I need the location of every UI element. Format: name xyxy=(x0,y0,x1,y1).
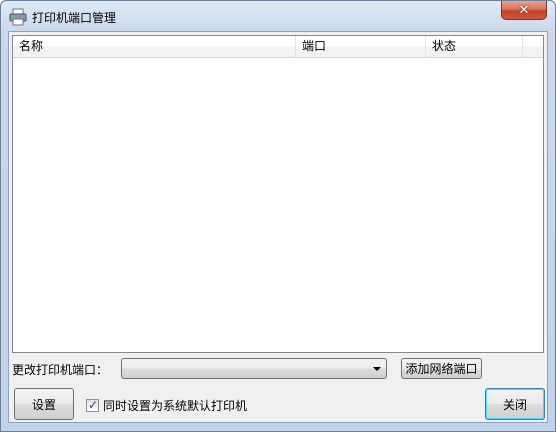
printer-list[interactable]: 名称 端口 状态 xyxy=(12,35,544,353)
column-header-status[interactable]: 状态 xyxy=(426,36,523,57)
chevron-down-icon xyxy=(373,367,381,371)
close-button[interactable]: 关闭 xyxy=(485,388,545,420)
checkmark-icon: ✓ xyxy=(88,397,99,412)
close-icon: ✕ xyxy=(518,2,530,18)
add-network-port-button[interactable]: 添加网络端口 xyxy=(401,358,482,379)
settings-button[interactable]: 设置 xyxy=(14,388,74,420)
port-change-row: 更改打印机端口： 添加网络端口 xyxy=(12,358,544,380)
dialog-client-area: 名称 端口 状态 更改打印机端口： 添加网络端口 设置 ✓ 同时设置为系统默认打… xyxy=(8,31,548,423)
title-bar[interactable]: 打印机端口管理 ✕ xyxy=(1,1,555,31)
printer-port-window: 打印机端口管理 ✕ 名称 端口 状态 更改打印机端口： 添加网络端口 设置 ✓ … xyxy=(0,0,556,432)
column-header-port[interactable]: 端口 xyxy=(296,36,426,57)
window-close-button[interactable]: ✕ xyxy=(501,1,547,20)
default-printer-option[interactable]: ✓ 同时设置为系统默认打印机 xyxy=(86,397,247,413)
window-title: 打印机端口管理 xyxy=(32,11,117,25)
list-header: 名称 端口 状态 xyxy=(13,36,543,58)
list-body[interactable] xyxy=(13,58,543,352)
column-header-name[interactable]: 名称 xyxy=(13,36,296,57)
default-printer-label[interactable]: 同时设置为系统默认打印机 xyxy=(103,397,247,414)
port-change-label: 更改打印机端口： xyxy=(12,363,109,377)
port-select[interactable] xyxy=(121,358,387,379)
printer-icon xyxy=(9,8,27,26)
default-printer-checkbox[interactable]: ✓ xyxy=(86,397,99,412)
dialog-footer: 设置 ✓ 同时设置为系统默认打印机 关闭 xyxy=(12,386,545,420)
